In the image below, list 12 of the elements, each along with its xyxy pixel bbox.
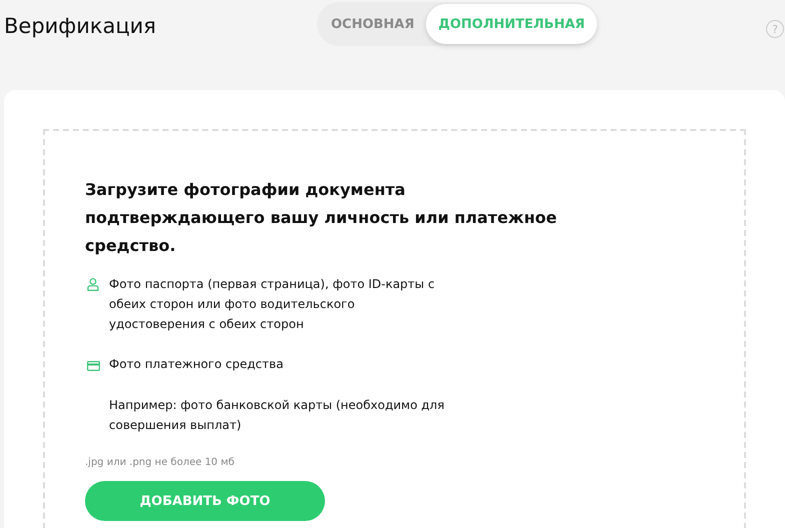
card-icon [87, 361, 100, 371]
tab[interactable]: ДОПОЛНИТЕЛЬНАЯ [426, 4, 597, 44]
requirement-text: Например: фото банковской карты (необходимо для совершения выплат) [109, 397, 446, 434]
help-icon[interactable]: ? [766, 20, 784, 38]
requirement-text: Фото платежного средства [109, 356, 284, 373]
person-icon [87, 278, 99, 291]
tab[interactable]: ОСНОВНАЯ [331, 4, 426, 44]
add-photo-button[interactable]: ДОБАВИТЬ ФОТО [85, 481, 325, 521]
upload-heading: Загрузите фотографии документа подтверждающего вашу личность или платежное средство. [85, 179, 558, 257]
page-title: Верификация [4, 14, 158, 38]
file-hint: .jpg или .png не более 10 мб [85, 457, 236, 468]
requirement-text: Фото паспорта (первая страница), фото ID-карты с обеих сторон или фото водительского удостоверения с обеих сторон [109, 276, 436, 333]
